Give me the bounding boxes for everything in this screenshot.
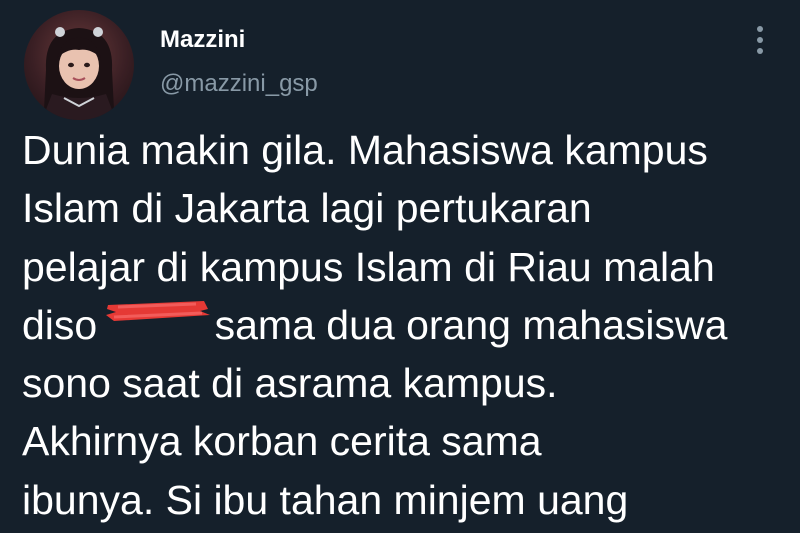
tweet-text: Dunia makin gila. Mahasiswa kampus Islam… — [22, 121, 792, 529]
tweet-line-redacted: diso sama dua orang mahasiswa — [22, 296, 792, 354]
redaction-mark — [106, 300, 210, 321]
more-options-icon[interactable] — [748, 22, 772, 58]
profile-avatar[interactable] — [24, 10, 134, 120]
dot-icon — [757, 48, 763, 54]
tweet-line: sono saat di asrama kampus. — [22, 360, 558, 407]
tweet-card: Mazzini @mazzini_gsp Dunia makin gila. M… — [0, 0, 800, 533]
tweet-line: Islam di Jakarta lagi pertukaran — [22, 185, 592, 232]
tweet-line-fragment: diso — [22, 301, 98, 348]
tweet-line: ibunya. Si ibu tahan minjem uang — [22, 476, 629, 523]
tweet-line: pelajar di kampus Islam di Riau malah — [22, 243, 715, 290]
redacted-word-wrapper: diso — [22, 300, 210, 348]
display-name[interactable]: Mazzini — [160, 26, 245, 54]
tweet-line: Dunia makin gila. Mahasiswa kampus — [22, 127, 708, 173]
user-handle[interactable]: @mazzini_gsp — [160, 70, 318, 98]
dot-icon — [757, 26, 763, 32]
avatar-image — [42, 27, 116, 120]
tweet-line: Akhirnya korban cerita sama — [22, 418, 542, 465]
tweet-line-fragment: sama dua orang mahasiswa — [214, 301, 728, 348]
dot-icon — [757, 37, 763, 43]
